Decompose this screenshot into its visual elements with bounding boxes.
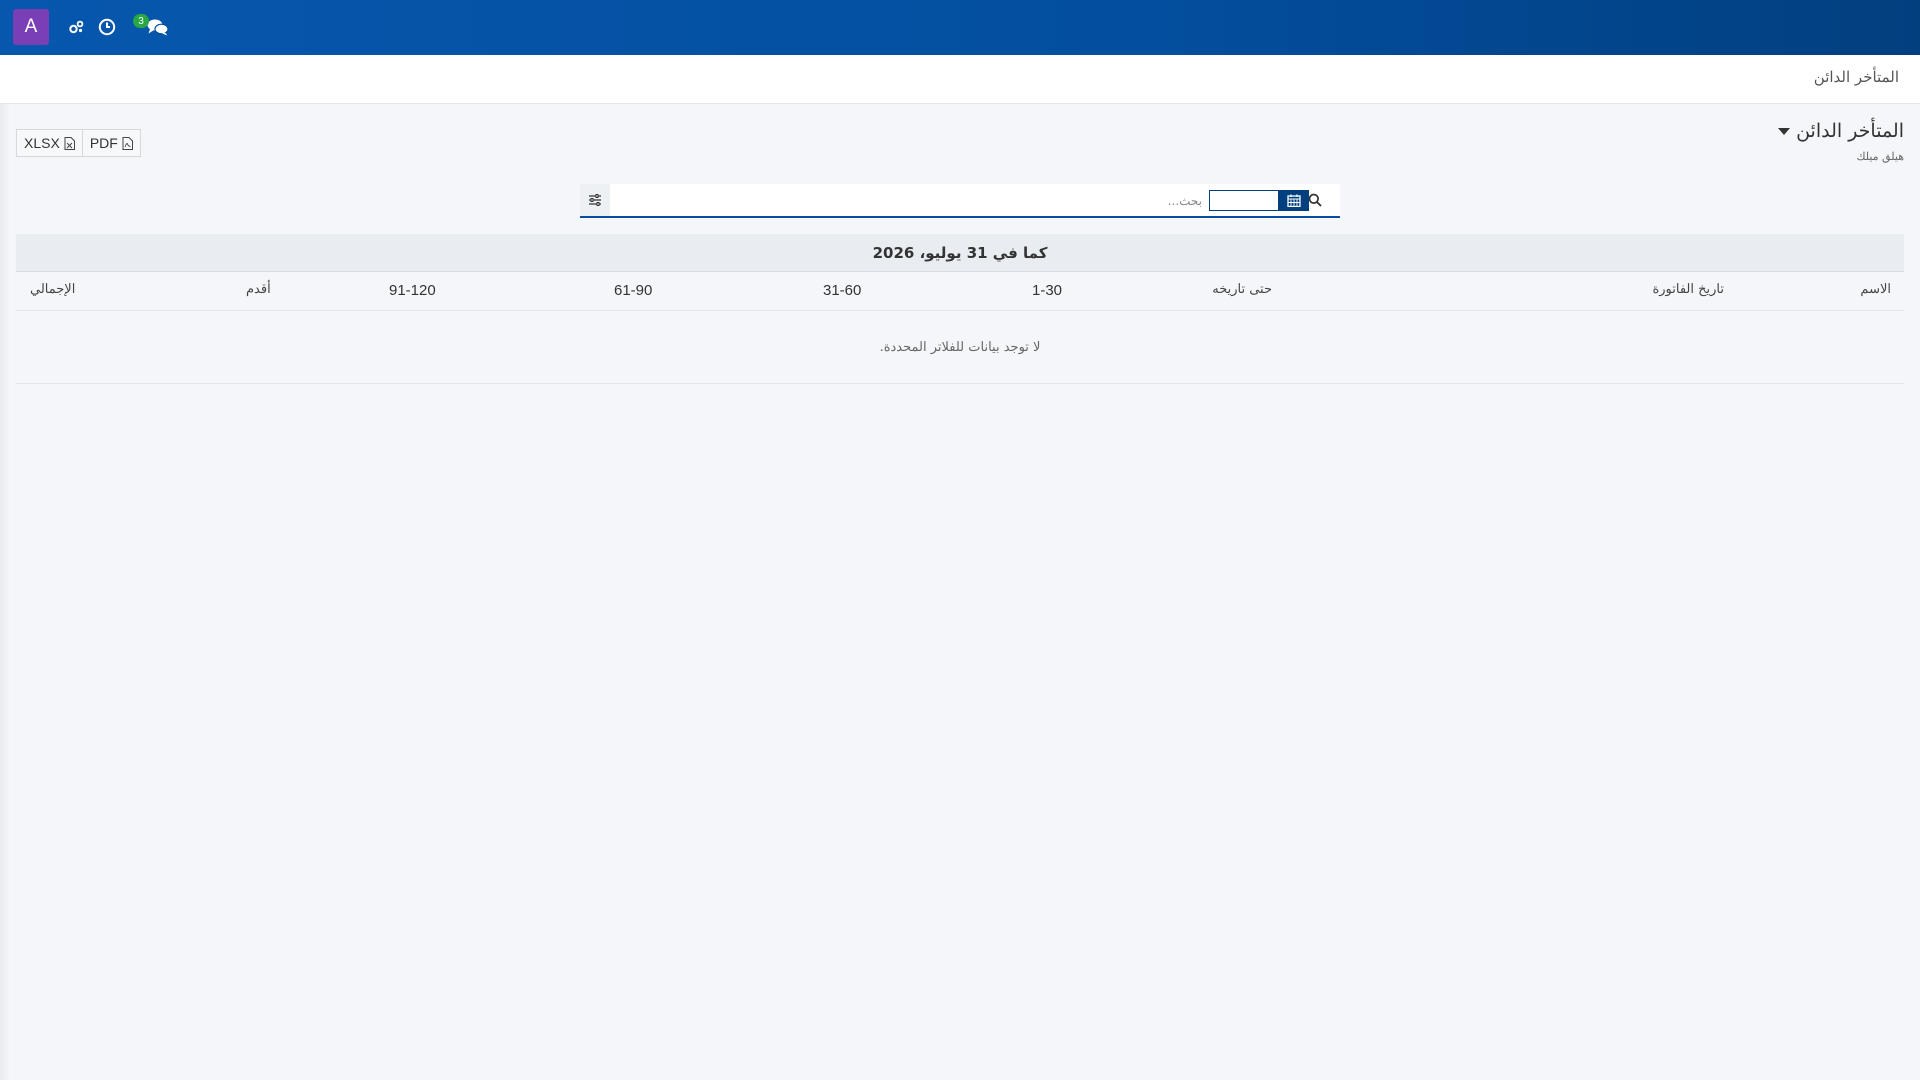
filter-toggle-button[interactable] (580, 184, 610, 216)
aged-payable-table: كما في 31 يوليو، 2026 الاسم تاريخ الفاتو… (16, 234, 1904, 384)
company-subtitle: هيلق ميلك (1856, 150, 1904, 163)
xlsx-label: XLSX (24, 135, 60, 151)
sliders-icon (589, 194, 601, 206)
search-input[interactable] (648, 190, 1208, 211)
column-header-total[interactable]: الإجمالي (30, 282, 75, 297)
column-header-31-60[interactable]: 31-60 (823, 282, 861, 299)
xlsx-export-button[interactable]: XLSX (16, 129, 83, 157)
column-header-61-90[interactable]: 61-90 (614, 282, 652, 299)
column-header-as-of-date[interactable]: حتى تاريخه (1212, 282, 1272, 297)
left-edge-shadow (0, 104, 10, 1080)
search-icon[interactable] (1308, 192, 1324, 208)
pdf-export-button[interactable]: PDF (82, 129, 141, 157)
search-bar (580, 184, 1340, 218)
top-navbar: A 3 (0, 0, 1920, 55)
user-avatar[interactable]: A (13, 9, 49, 45)
column-header-1-30[interactable]: 1-30 (1032, 282, 1062, 299)
table-header-row: الاسم تاريخ الفاتورة حتى تاريخه 1-30 31-… (16, 272, 1904, 311)
report-title-dropdown[interactable]: المتأخر الدائن (1778, 120, 1904, 142)
clock-icon[interactable] (96, 16, 118, 38)
column-header-name[interactable]: الاسم (1860, 282, 1891, 297)
pdf-file-icon (122, 136, 133, 150)
breadcrumb[interactable]: المتأخر الدائن (1814, 68, 1899, 86)
column-header-invoice-date[interactable]: تاريخ الفاتورة (1652, 282, 1724, 297)
date-filter-button[interactable] (1279, 190, 1309, 211)
settings-gears-icon[interactable] (65, 16, 87, 38)
chat-count-badge: 3 (133, 14, 149, 28)
page-title: المتأخر الدائن (1796, 120, 1904, 142)
date-filter-field[interactable] (1209, 190, 1279, 211)
pdf-label: PDF (89, 135, 118, 151)
calendar-icon (1287, 194, 1301, 207)
as-of-date-header: كما في 31 يوليو، 2026 (16, 234, 1904, 272)
breadcrumb-bar: المتأخر الدائن (0, 55, 1920, 104)
empty-state-message: لا توجد بيانات للفلاتر المحددة. (879, 339, 1041, 355)
caret-down-icon (1778, 127, 1791, 135)
column-header-91-120[interactable]: 91-120 (389, 282, 436, 299)
excel-file-icon (64, 136, 75, 150)
column-header-older[interactable]: أقدم (246, 282, 271, 297)
export-button-group: XLSX PDF (16, 129, 141, 157)
